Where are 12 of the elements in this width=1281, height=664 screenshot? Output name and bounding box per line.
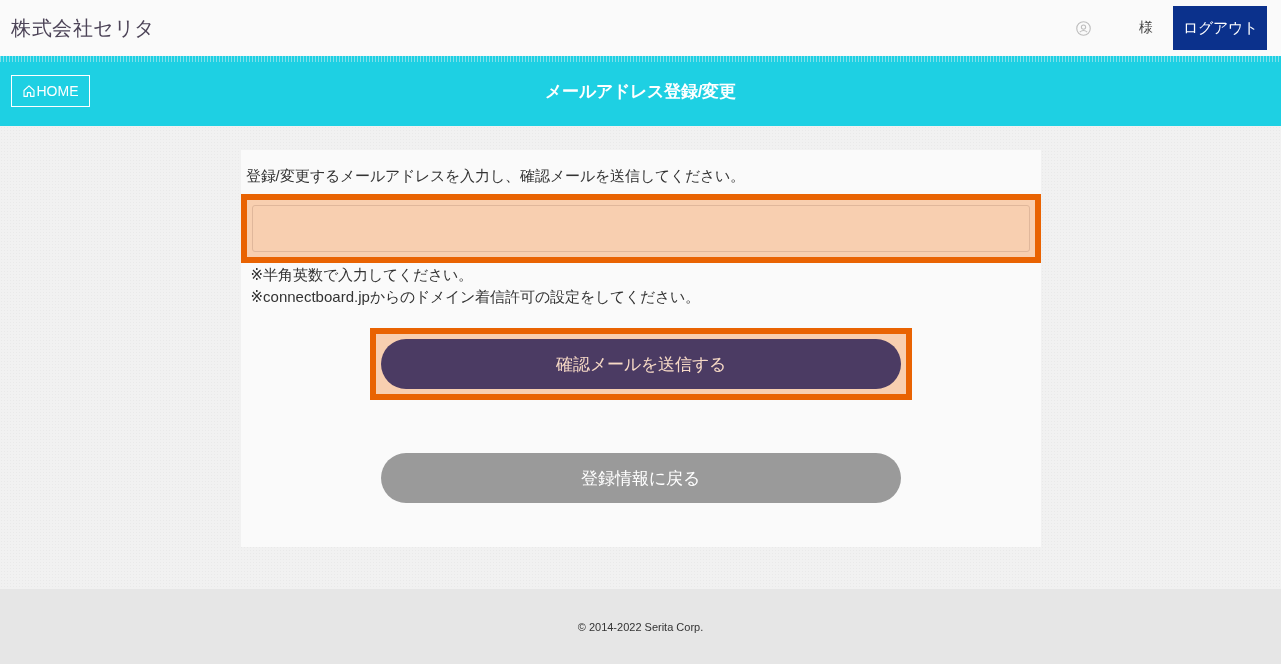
logout-button[interactable]: ログアウト [1173, 6, 1267, 50]
company-logo-text: 株式会社セリタ [11, 15, 155, 41]
copyright-text: © 2014-2022 Serita Corp. [577, 620, 704, 633]
email-input-field[interactable] [251, 205, 1030, 252]
user-name-suffix: 様 [1139, 19, 1153, 37]
note-text: ※connectboard.jpからのドメイン着信許可の設定をしてください。 [250, 287, 701, 307]
note-text: ※半角英数で入力してください。 [250, 265, 475, 285]
send-confirmation-button[interactable]: 確認メールを送信する [380, 339, 901, 389]
home-icon [22, 85, 35, 97]
page-title: メールアドレス登録/変更 [544, 80, 737, 103]
instruction-text: 登録/変更するメールアドレスを入力し、確認メールを送信してください。 [245, 166, 746, 186]
user-icon [1076, 20, 1091, 36]
